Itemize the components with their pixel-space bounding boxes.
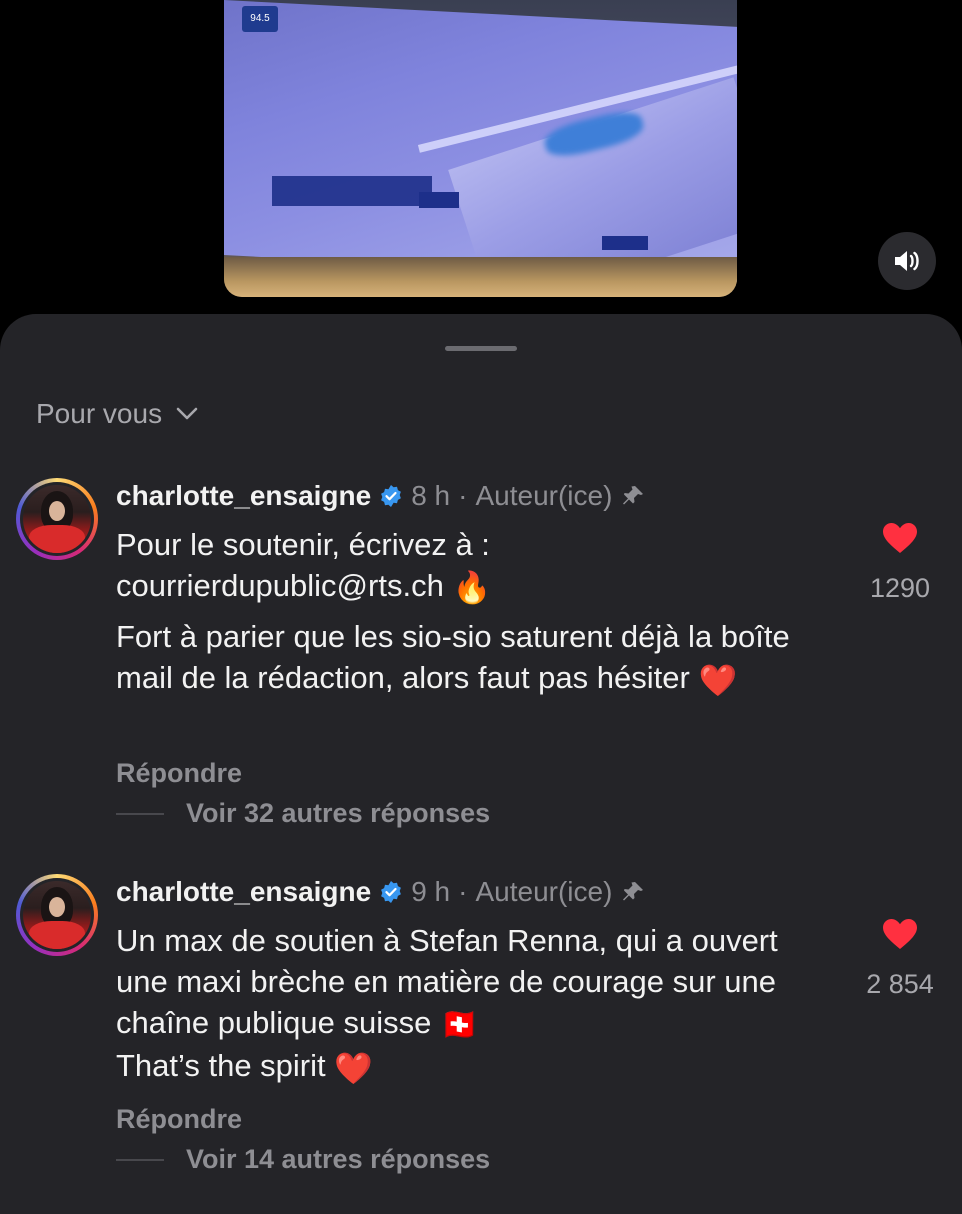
fire-emoji: 🔥 bbox=[452, 570, 492, 606]
comment-text-paragraph: Fort à parier que les sio-sio saturent d… bbox=[116, 619, 790, 696]
comment-time: 8 h bbox=[411, 480, 451, 511]
heart-emoji: ❤️ bbox=[334, 1050, 373, 1086]
reply-button[interactable]: Répondre bbox=[116, 758, 242, 789]
author-tag: Auteur(ice) bbox=[475, 480, 613, 511]
view-replies-button[interactable]: Voir 14 autres réponses bbox=[116, 1144, 490, 1175]
video-time-box-2 bbox=[602, 236, 648, 250]
comment-email-link[interactable]: courrierdupublic@rts.ch bbox=[116, 568, 444, 603]
sound-toggle-button[interactable] bbox=[878, 232, 936, 290]
comment-username[interactable]: charlotte_ensaigne bbox=[116, 876, 371, 908]
comment-text-line: Pour le soutenir, écrivez à : bbox=[116, 527, 490, 562]
speaker-icon bbox=[895, 251, 919, 271]
heart-emoji: ❤️ bbox=[698, 662, 738, 698]
comment-username[interactable]: charlotte_ensaigne bbox=[116, 480, 371, 512]
like-count: 2 854 bbox=[866, 969, 934, 999]
view-replies-button[interactable]: Voir 32 autres réponses bbox=[116, 798, 490, 829]
meta-separator: · bbox=[458, 876, 468, 907]
view-replies-label: Voir 32 autres réponses bbox=[186, 798, 491, 828]
comment-text-line: That’s the spirit bbox=[116, 1048, 326, 1084]
pin-icon bbox=[623, 882, 644, 901]
comment-body: Pour le soutenir, écrivez à : courrierdu… bbox=[116, 524, 836, 701]
sheet-drag-handle[interactable] bbox=[445, 346, 517, 351]
chevron-down-icon bbox=[176, 407, 198, 420]
comment-time: 9 h bbox=[411, 876, 451, 907]
video-player[interactable]: 94.5 bbox=[224, 0, 737, 297]
replies-divider bbox=[116, 1158, 164, 1161]
video-scoreboard bbox=[272, 176, 432, 206]
author-tag: Auteur(ice) bbox=[475, 876, 613, 907]
meta-separator: · bbox=[458, 480, 468, 511]
heart-icon bbox=[883, 523, 917, 553]
like-count: 1290 bbox=[869, 573, 931, 603]
view-replies-label: Voir 14 autres réponses bbox=[186, 1144, 491, 1174]
heart-icon bbox=[883, 919, 917, 949]
comment-meta: charlotte_ensaigne 9 h · Auteur(ice) bbox=[116, 876, 646, 908]
comment-filter-dropdown[interactable]: Pour vous bbox=[36, 398, 198, 430]
comment-meta: charlotte_ensaigne 8 h · Auteur(ice) bbox=[116, 480, 646, 512]
like-button[interactable]: 2 854 bbox=[860, 918, 940, 1000]
verified-badge-icon bbox=[381, 485, 402, 507]
video-channel-badge: 94.5 bbox=[242, 6, 278, 32]
swiss-flag-emoji: 🇨🇭 bbox=[440, 1007, 479, 1043]
avatar[interactable] bbox=[16, 478, 98, 560]
video-bottom-strip bbox=[224, 257, 737, 297]
filter-label: Pour vous bbox=[36, 398, 163, 429]
replies-divider bbox=[116, 812, 164, 815]
video-time-box bbox=[419, 192, 459, 208]
like-button[interactable]: 1290 bbox=[860, 522, 940, 604]
reply-button[interactable]: Répondre bbox=[116, 1104, 242, 1135]
verified-badge-icon bbox=[381, 881, 402, 903]
comment-body: Un max de soutien à Stefan Renna, qui a … bbox=[116, 920, 836, 1089]
avatar[interactable] bbox=[16, 874, 98, 956]
pin-icon bbox=[623, 486, 644, 505]
comments-sheet: Pour vous charlotte_ensaigne 8 h · Auteu… bbox=[0, 314, 962, 1214]
